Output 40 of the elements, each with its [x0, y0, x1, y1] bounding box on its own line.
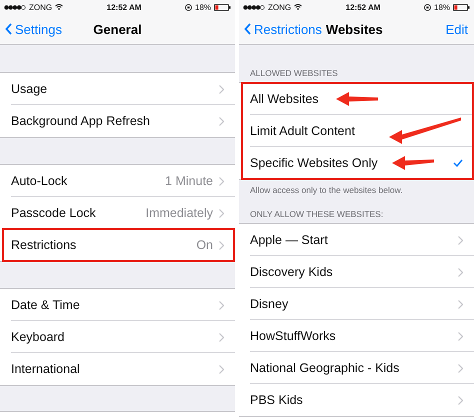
screen-title: General	[93, 22, 142, 36]
rotation-lock-icon	[185, 4, 192, 10]
edit-button[interactable]: Edit	[446, 22, 468, 36]
chevron-icon	[458, 364, 463, 372]
wifi-icon	[55, 4, 64, 10]
chevron-icon	[219, 240, 224, 250]
battery-icon	[453, 4, 470, 10]
checkmark-icon	[453, 159, 463, 167]
chevron-icon	[219, 332, 224, 342]
chevron-icon	[458, 396, 463, 404]
signal-icon	[4, 4, 26, 10]
section-footer: Allow access only to the websites below.	[239, 180, 474, 195]
settings-row[interactable]: Restrictions On	[0, 229, 235, 261]
carrier-name: ZONG	[268, 2, 292, 12]
chevron-icon	[219, 84, 224, 94]
chevron-icon	[219, 116, 224, 126]
chevron-icon	[458, 268, 463, 276]
section-header: ALLOWED WEBSITES	[250, 68, 338, 78]
carrier-name: ZONG	[29, 2, 52, 12]
wifi-icon	[294, 4, 302, 10]
rotation-lock-icon	[424, 4, 431, 10]
battery-percent: 18%	[195, 2, 212, 12]
back-button[interactable]: Restrictions	[244, 22, 322, 36]
battery-percent: 18%	[434, 2, 450, 12]
section-header: ONLY ALLOW THESE WEBSITES:	[250, 209, 384, 219]
chevron-icon	[458, 236, 463, 244]
chevron-icon	[219, 364, 224, 374]
chevron-icon	[219, 300, 224, 310]
back-chevron-icon	[5, 23, 12, 35]
back-chevron-icon	[244, 23, 251, 35]
chevron-icon	[219, 208, 224, 218]
screen-title: Websites	[326, 22, 383, 36]
chevron-icon	[219, 176, 224, 186]
chevron-icon	[458, 332, 463, 340]
battery-icon	[214, 4, 232, 10]
chevron-icon	[458, 300, 463, 308]
clock-time: 12:52 AM	[106, 2, 142, 12]
back-button[interactable]: Settings	[5, 22, 62, 36]
signal-icon	[243, 4, 265, 10]
clock-time: 12:52 AM	[346, 2, 380, 12]
